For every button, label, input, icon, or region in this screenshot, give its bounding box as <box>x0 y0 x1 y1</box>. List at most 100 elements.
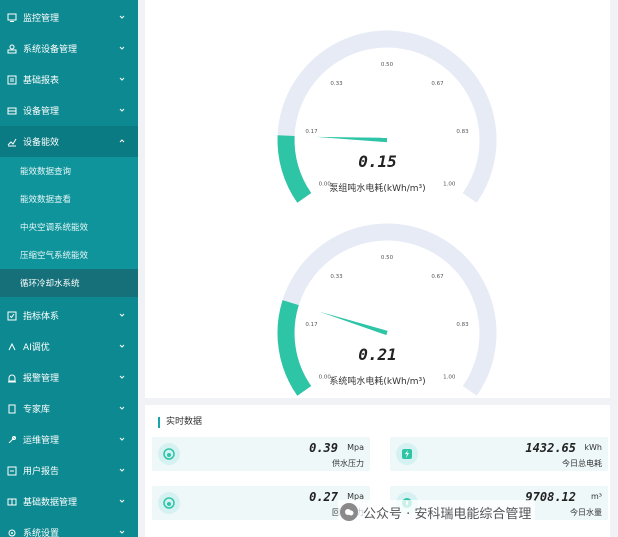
sidebar-item-label: AI调优 <box>23 343 50 353</box>
gauge-value-pump: 0.15 <box>358 152 397 171</box>
efficiency-icon <box>7 137 17 147</box>
chevron-down-icon <box>118 466 126 474</box>
chevron-down-icon <box>118 373 126 381</box>
metric-unit: kWh <box>584 443 602 452</box>
watermark-text: 公众号 · 安科瑞电能综合管理 <box>363 506 532 522</box>
sidebar-subitem-label: 中央空调系统能效 <box>20 223 89 233</box>
metric-value: 0.39 <box>309 441 338 455</box>
sidebar-subitem-cooling-water[interactable]: 循环冷却水系统 <box>0 269 138 297</box>
sidebar-item-maintenance[interactable]: 运维管理 <box>0 424 138 455</box>
gauge-value-system: 0.21 <box>358 345 397 364</box>
chevron-down-icon <box>118 528 126 536</box>
equipment-icon <box>7 106 17 116</box>
sidebar-subitem-label: 循环冷却水系统 <box>20 279 80 289</box>
sidebar-item-system-device[interactable]: 系统设备管理 <box>0 33 138 64</box>
alarm-icon <box>7 373 17 383</box>
chevron-down-icon <box>118 44 126 52</box>
chevron-down-icon <box>118 342 126 350</box>
sidebar-item-equipment[interactable]: 设备管理 <box>0 95 138 126</box>
sidebar-subitem-compressed-air[interactable]: 压缩空气系统能效 <box>0 241 138 269</box>
chevron-down-icon <box>118 13 126 21</box>
sidebar-item-label: 基础报表 <box>23 76 60 86</box>
main-content: 0.00 0.17 0.33 0.50 0.67 0.83 1.00 0.00 0.17 0.33… <box>138 0 618 537</box>
metric-label: 供水压力 <box>332 459 364 468</box>
gauge-tick-label: 0.50 <box>381 62 394 68</box>
sidebar-item-label: 报警管理 <box>23 374 60 384</box>
sidebar-item-label: 用户报告 <box>23 467 60 477</box>
chevron-down-icon <box>118 106 126 114</box>
sidebar-item-label: 指标体系 <box>23 312 60 322</box>
gauge-tick-label: 0.83 <box>456 322 469 328</box>
metric-supply-pressure: 0.39 Mpa 供水压力 <box>152 437 370 471</box>
user-report-icon <box>7 466 17 476</box>
chevron-up-icon <box>118 137 126 145</box>
sidebar-subitem-label: 能效数据查询 <box>20 167 72 177</box>
sidebar-item-label: 基础数据管理 <box>23 498 78 508</box>
sidebar-item-label: 设备管理 <box>23 107 60 117</box>
sidebar-subitem-efficiency-view[interactable]: 能效数据查看 <box>0 185 138 213</box>
chevron-down-icon <box>118 435 126 443</box>
sidebar-item-label: 专家库 <box>23 405 51 415</box>
device-icon <box>7 44 17 54</box>
gauge-needle <box>316 136 388 143</box>
wechat-icon <box>340 503 358 521</box>
metric-value: 1432.65 <box>525 441 576 455</box>
chevron-down-icon <box>118 497 126 505</box>
sidebar-subitem-label: 压缩空气系统能效 <box>20 251 89 261</box>
gauge-tick-label: 0.83 <box>456 129 469 135</box>
metric-label: 今日水量 <box>570 508 602 517</box>
chevron-down-icon <box>118 75 126 83</box>
sidebar-item-label: 设备能效 <box>23 138 60 148</box>
sidebar-subitem-efficiency-query[interactable]: 能效数据查询 <box>0 157 138 185</box>
realtime-title: 实时数据 <box>158 417 202 428</box>
gauge-tick-label: 0.17 <box>305 322 318 328</box>
gauge-tick-label: 0.50 <box>381 255 394 261</box>
expert-icon <box>7 404 17 414</box>
metric-daily-electricity: 1432.65 kWh 今日总电耗 <box>390 437 608 471</box>
index-icon <box>7 311 17 321</box>
sidebar-item-expert[interactable]: 专家库 <box>0 393 138 424</box>
sidebar-item-label: 运维管理 <box>23 436 60 446</box>
sidebar-item-settings[interactable]: 系统设置 <box>0 517 138 537</box>
metric-label: 今日总电耗 <box>562 459 602 468</box>
sidebar-item-basic-data[interactable]: 基础数据管理 <box>0 486 138 517</box>
gauge-tick-label: 0.67 <box>431 274 444 280</box>
sidebar-item-monitor[interactable]: 监控管理 <box>0 2 138 33</box>
monitor-icon <box>7 13 17 23</box>
sidebar-item-alarm[interactable]: 报警管理 <box>0 362 138 393</box>
pressure-icon <box>158 443 180 465</box>
gauge-label-system: 系统吨水电耗(kWh/m³) <box>329 377 426 387</box>
gauge-tick-label: 0.33 <box>330 81 343 87</box>
sidebar-item-index-system[interactable]: 指标体系 <box>0 300 138 331</box>
watermark: 公众号 · 安科瑞电能综合管理 <box>338 500 536 524</box>
sidebar-item-label: 系统设置 <box>23 529 60 537</box>
report-icon <box>7 75 17 85</box>
chevron-down-icon <box>118 404 126 412</box>
sidebar-item-label: 系统设备管理 <box>23 45 78 55</box>
sidebar-item-label: 监控管理 <box>23 14 60 24</box>
metric-unit: Mpa <box>347 443 364 452</box>
gauge-tick-label: 0.33 <box>330 274 343 280</box>
ai-icon <box>7 342 17 352</box>
gauge-tick-label: 0.17 <box>305 129 318 135</box>
electricity-icon <box>396 443 418 465</box>
sidebar-item-user-report[interactable]: 用户报告 <box>0 455 138 486</box>
settings-icon <box>7 528 17 537</box>
gauges-card: 0.00 0.17 0.33 0.50 0.67 0.83 1.00 0.00 0.17 0.33… <box>145 0 610 398</box>
sidebar-subitem-hvac-efficiency[interactable]: 中央空调系统能效 <box>0 213 138 241</box>
maintenance-icon <box>7 435 17 445</box>
gauge-needle <box>319 311 388 336</box>
sidebar-subitem-label: 能效数据查看 <box>20 195 72 205</box>
sidebar: 监控管理 系统设备管理 基础报表 设备管理 设备能效 能效数据查询 能效数据查看… <box>0 0 138 537</box>
sidebar-item-basic-report[interactable]: 基础报表 <box>0 64 138 95</box>
sidebar-item-efficiency[interactable]: 设备能效 <box>0 126 138 157</box>
gauge-label-pump: 泵组吨水电耗(kWh/m³) <box>329 184 426 194</box>
sidebar-item-ai-tuning[interactable]: AI调优 <box>0 331 138 362</box>
metric-value: 0.27 <box>309 490 338 504</box>
gauge-tick-label: 0.67 <box>431 81 444 87</box>
metric-unit: m³ <box>591 492 602 501</box>
gauges-canvas: 0.000.170.330.500.670.831.000.000.170.33… <box>277 30 497 396</box>
data-icon <box>7 497 17 507</box>
pressure-icon <box>158 492 180 514</box>
chevron-down-icon <box>118 311 126 319</box>
